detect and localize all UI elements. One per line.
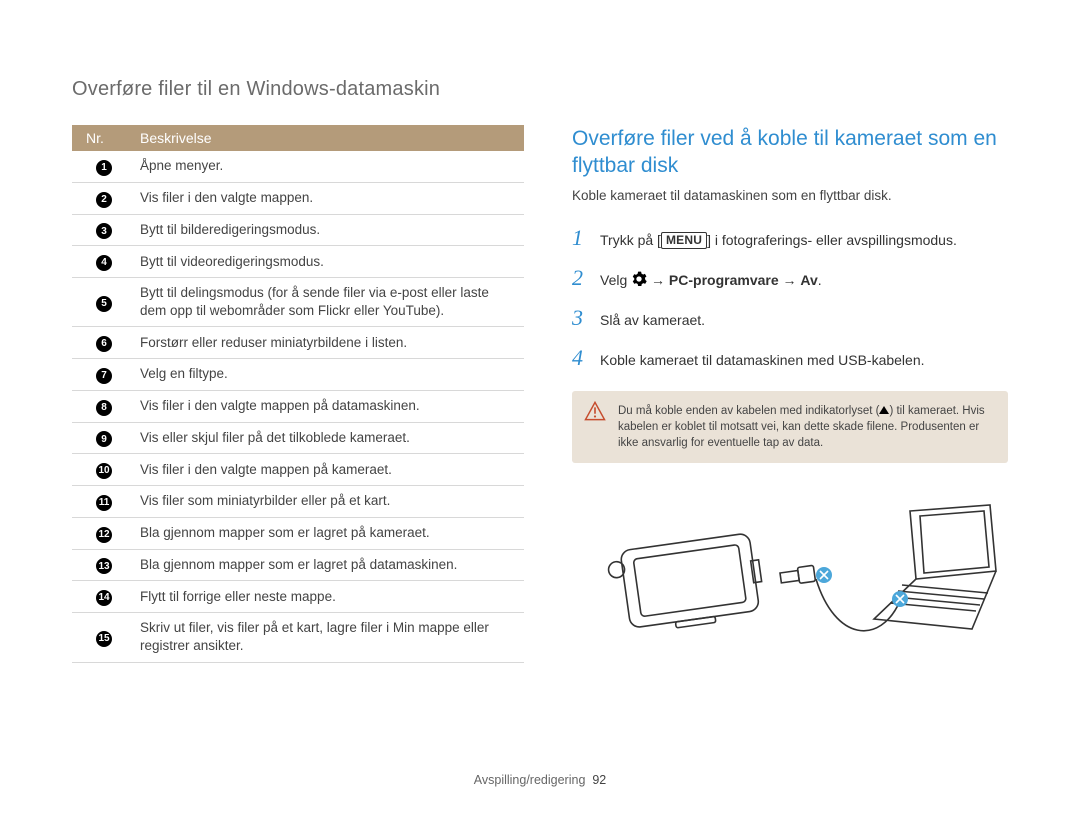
step-2-bold2: Av <box>800 272 817 288</box>
right-column: Overføre filer ved å koble til kameraet … <box>572 125 1008 663</box>
section-intro: Koble kameraet til datamaskinen som en f… <box>572 188 1008 203</box>
table-row: 12 Bla gjennom mapper som er lagret på ka… <box>72 517 524 549</box>
table-cell-nr: 9 <box>72 422 126 454</box>
step-1-text-b: ] i fotograferings- eller avspillingsmod… <box>707 232 957 248</box>
circled-number-icon: 11 <box>96 495 112 511</box>
menu-key-icon: MENU <box>661 232 707 249</box>
step-number: 2 <box>572 265 588 291</box>
circled-number-icon: 12 <box>96 527 112 543</box>
section-title: Overføre filer ved å koble til kameraet … <box>572 125 1008 180</box>
step-2-arrow1: → <box>647 272 669 288</box>
circled-number-icon: 7 <box>96 368 112 384</box>
table-row: 3 Bytt til bilderedigeringsmodus. <box>72 214 524 246</box>
table-row: 15 Skriv ut filer, vis filer på et kart, … <box>72 613 524 662</box>
table-cell-desc: Bytt til videoredigeringsmodus. <box>126 246 524 278</box>
table-row: 10 Vis filer i den valgte mappen på kamer… <box>72 454 524 486</box>
step-4: 4 Koble kameraet til datamaskinen med US… <box>572 345 1008 371</box>
table-cell-nr: 8 <box>72 390 126 422</box>
table-row: 2 Vis filer i den valgte mappen. <box>72 182 524 214</box>
table-cell-desc: Bytt til delingsmodus (for å sende filer… <box>126 278 524 327</box>
step-2-text-a: Velg <box>600 272 631 288</box>
table-cell-desc: Vis filer som miniatyrbilder eller på et… <box>126 486 524 518</box>
table-cell-nr: 14 <box>72 581 126 613</box>
table-row: 4 Bytt til videoredigeringsmodus. <box>72 246 524 278</box>
footer-page-number: 92 <box>592 773 606 787</box>
circled-number-icon: 13 <box>96 558 112 574</box>
table-cell-nr: 3 <box>72 214 126 246</box>
table-cell-desc: Bytt til bilderedigeringsmodus. <box>126 214 524 246</box>
table-row: 8 Vis filer i den valgte mappen på datama… <box>72 390 524 422</box>
circled-number-icon: 8 <box>96 400 112 416</box>
table-row: 5 Bytt til delingsmodus (for å sende file… <box>72 278 524 327</box>
table-row: 13 Bla gjennom mapper som er lagret på da… <box>72 549 524 581</box>
table-cell-desc: Velg en filtype. <box>126 359 524 391</box>
circled-number-icon: 1 <box>96 160 112 176</box>
circled-number-icon: 4 <box>96 255 112 271</box>
circled-number-icon: 6 <box>96 336 112 352</box>
table-cell-nr: 6 <box>72 327 126 359</box>
table-row: 7 Velg en filtype. <box>72 359 524 391</box>
triangle-up-icon <box>879 406 889 414</box>
table-cell-nr: 13 <box>72 549 126 581</box>
table-row: 11 Vis filer som miniatyrbilder eller på … <box>72 486 524 518</box>
table-cell-nr: 2 <box>72 182 126 214</box>
circled-number-icon: 9 <box>96 431 112 447</box>
table-cell-nr: 4 <box>72 246 126 278</box>
step-2-arrow2: → <box>779 272 801 288</box>
table-cell-nr: 15 <box>72 613 126 662</box>
connection-diagram <box>572 491 1008 661</box>
warning-note: Du må koble enden av kabelen med indikat… <box>572 391 1008 463</box>
table-cell-desc: Vis eller skjul filer på det tilkoblede … <box>126 422 524 454</box>
table-row: 6 Forstørr eller reduser miniatyrbildene … <box>72 327 524 359</box>
table-cell-nr: 12 <box>72 517 126 549</box>
circled-number-icon: 5 <box>96 296 112 312</box>
note-text-a: Du må koble enden av kabelen med indikat… <box>618 405 879 417</box>
step-2-bold1: PC-programvare <box>669 272 779 288</box>
table-cell-desc: Skriv ut filer, vis filer på et kart, la… <box>126 613 524 662</box>
table-header-desc: Beskrivelse <box>126 125 524 151</box>
circled-number-icon: 10 <box>96 463 112 479</box>
table-cell-nr: 10 <box>72 454 126 486</box>
footer-section: Avspilling/redigering <box>474 773 586 787</box>
table-cell-nr: 7 <box>72 359 126 391</box>
description-table: Nr. Beskrivelse 1 Åpne menyer. 2 Vis filer … <box>72 125 524 663</box>
table-row: 9 Vis eller skjul filer på det tilkoblede… <box>72 422 524 454</box>
table-cell-nr: 1 <box>72 151 126 182</box>
step-1-text-a: Trykk på [ <box>600 232 661 248</box>
step-3-text: Slå av kameraet. <box>600 312 705 328</box>
step-number: 4 <box>572 345 588 371</box>
table-cell-desc: Bla gjennom mapper som er lagret på data… <box>126 549 524 581</box>
step-number: 1 <box>572 225 588 251</box>
left-column: Nr. Beskrivelse 1 Åpne menyer. 2 Vis filer … <box>72 125 524 663</box>
warning-icon <box>584 401 606 426</box>
step-number: 3 <box>572 305 588 331</box>
gear-icon <box>631 271 647 287</box>
table-cell-desc: Flytt til forrige eller neste mappe. <box>126 581 524 613</box>
table-cell-nr: 5 <box>72 278 126 327</box>
step-2-dot: . <box>818 272 822 288</box>
step-1: 1 Trykk på [MENU] i fotograferings- elle… <box>572 225 1008 251</box>
page-header: Overføre filer til en Windows-datamaskin <box>72 78 1008 101</box>
table-cell-desc: Forstørr eller reduser miniatyrbildene i… <box>126 327 524 359</box>
table-cell-desc: Vis filer i den valgte mappen på kamerae… <box>126 454 524 486</box>
circled-number-icon: 14 <box>96 590 112 606</box>
step-3: 3 Slå av kameraet. <box>572 305 1008 331</box>
page-footer: Avspilling/redigering 92 <box>0 773 1080 787</box>
circled-number-icon: 15 <box>96 631 112 647</box>
table-cell-desc: Åpne menyer. <box>126 151 524 182</box>
circled-number-icon: 3 <box>96 223 112 239</box>
steps-list: 1 Trykk på [MENU] i fotograferings- elle… <box>572 225 1008 371</box>
table-cell-desc: Bla gjennom mapper som er lagret på kame… <box>126 517 524 549</box>
step-2: 2 Velg → PC-programvare → Av. <box>572 265 1008 291</box>
table-header-nr: Nr. <box>72 125 126 151</box>
circled-number-icon: 2 <box>96 192 112 208</box>
table-cell-nr: 11 <box>72 486 126 518</box>
table-cell-desc: Vis filer i den valgte mappen på datamas… <box>126 390 524 422</box>
step-4-text: Koble kameraet til datamaskinen med USB-… <box>600 352 925 368</box>
table-cell-desc: Vis filer i den valgte mappen. <box>126 182 524 214</box>
table-row: 1 Åpne menyer. <box>72 151 524 182</box>
table-row: 14 Flytt til forrige eller neste mappe. <box>72 581 524 613</box>
content-columns: Nr. Beskrivelse 1 Åpne menyer. 2 Vis filer … <box>72 125 1008 663</box>
